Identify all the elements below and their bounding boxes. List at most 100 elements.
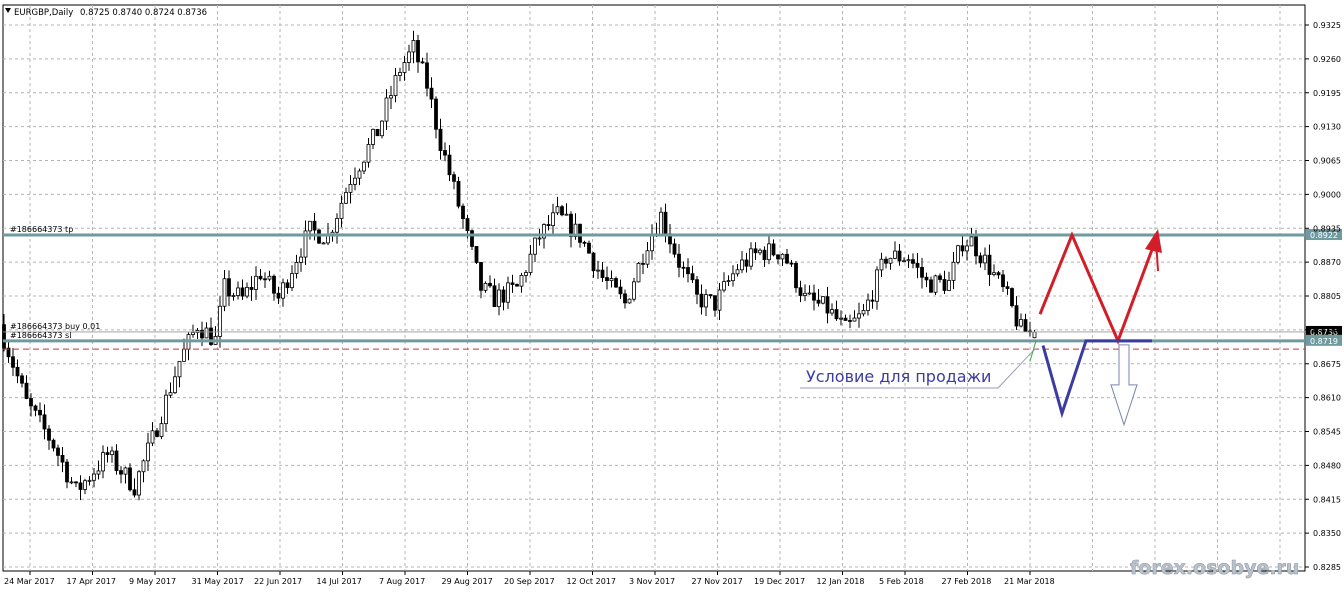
candle-body — [852, 317, 857, 322]
candle-body — [182, 348, 186, 362]
candle-body — [357, 170, 362, 179]
candle-body — [569, 213, 573, 237]
candle-body — [236, 287, 240, 296]
x-tick-label: 3 Nov 2017 — [629, 577, 675, 586]
candle-body — [123, 467, 128, 475]
x-tick-label: 19 Dec 2017 — [754, 577, 805, 586]
candle-body — [308, 220, 312, 232]
candle-body — [29, 398, 33, 407]
candle-body — [1023, 319, 1028, 332]
candle-body — [906, 259, 911, 262]
candle-body — [173, 376, 177, 394]
candle-body — [807, 292, 812, 295]
candle-body — [168, 392, 173, 396]
candle-body — [978, 255, 983, 264]
candle-body — [434, 98, 438, 130]
candle-body — [74, 481, 78, 484]
candle-body — [722, 281, 726, 291]
candle-body — [690, 273, 695, 281]
chart-header: EURGBP,Daily 0.8725 0.8740 0.8724 0.8736 — [14, 8, 207, 18]
candle-body — [155, 430, 159, 437]
candle-body — [681, 266, 686, 269]
candle-body — [69, 481, 74, 484]
candle-body — [51, 439, 56, 449]
candle-body — [546, 224, 551, 227]
candle-body — [789, 262, 794, 265]
ohlc-label: 0.8725 0.8740 0.8724 0.8736 — [80, 8, 207, 18]
candle-body — [713, 295, 717, 311]
candle-body — [101, 452, 105, 472]
y-tick-label: 0.9000 — [1313, 190, 1341, 199]
candle-body — [479, 262, 483, 291]
y-tick-label: 0.8545 — [1313, 428, 1341, 437]
candle-body — [384, 97, 389, 122]
price-chart[interactable]: #186664373 tp0.8922#186664373 buy 0.010.… — [0, 0, 1344, 593]
candle-body — [344, 191, 348, 204]
candle-body — [749, 248, 753, 267]
candle-body — [938, 275, 942, 280]
candle-body — [996, 272, 1001, 276]
candle-body — [965, 245, 969, 252]
candle-body — [227, 278, 231, 297]
candle-body — [47, 428, 51, 441]
candle-body — [1005, 286, 1010, 289]
candle-body — [776, 254, 780, 260]
candle-body — [987, 254, 992, 275]
candle-body — [942, 279, 947, 291]
candle-body — [132, 489, 137, 496]
candle-body — [20, 375, 24, 384]
candle-body — [1014, 305, 1019, 327]
candle-body — [11, 356, 15, 368]
candle-body — [870, 299, 875, 302]
candle-body — [551, 212, 555, 227]
sell-condition-annotation: Условие для продажи — [806, 367, 991, 386]
candle-body — [222, 278, 227, 307]
candle-body — [659, 211, 663, 235]
y-tick-label: 0.8285 — [1313, 563, 1341, 572]
candle-body — [960, 245, 965, 252]
hollow-down-arrow-icon — [1110, 344, 1138, 427]
candle-body — [497, 289, 501, 307]
candle-body — [294, 262, 299, 274]
candle-body — [159, 423, 164, 437]
candle-body — [398, 72, 402, 76]
candle-body — [735, 269, 740, 275]
candle-body — [672, 243, 677, 255]
x-tick-label: 12 Jan 2018 — [817, 577, 865, 586]
candle-body — [137, 471, 141, 496]
candle-body — [708, 294, 713, 297]
candle-body — [164, 394, 168, 425]
price-tag-label: 0.8719 — [1310, 337, 1338, 346]
y-tick-label: 0.8675 — [1313, 360, 1341, 369]
candle-body — [119, 470, 123, 475]
y-tick-label: 0.8870 — [1313, 258, 1341, 267]
candle-body — [263, 278, 267, 281]
candle-body — [488, 282, 492, 287]
candle-body — [866, 299, 870, 311]
candle-body — [272, 275, 276, 294]
candle-body — [528, 253, 533, 273]
candle-body — [537, 237, 542, 240]
y-tick-label: 0.8805 — [1313, 292, 1341, 301]
candle-body — [83, 480, 87, 490]
y-tick-label: 0.8480 — [1313, 461, 1341, 470]
x-tick-label: 20 Sep 2017 — [504, 577, 555, 586]
candle-body — [645, 250, 650, 265]
candle-body — [812, 292, 816, 301]
y-tick-label: 0.9195 — [1313, 89, 1341, 98]
menu-triangle-icon[interactable] — [5, 8, 11, 13]
candle-body — [902, 260, 906, 263]
candle-body — [33, 405, 38, 411]
x-tick-label: 14 Jul 2017 — [317, 577, 362, 586]
candle-body — [857, 313, 861, 319]
candle-body — [425, 62, 429, 89]
x-tick-label: 21 Mar 2018 — [1004, 577, 1055, 586]
candle-body — [825, 296, 830, 314]
axes: 0.9325 0.9260 0.9195 0.9130 0.9065 0.9000 0.89… — [4, 21, 1341, 586]
candle-body — [798, 287, 803, 296]
candle-body — [596, 269, 600, 272]
candle-body — [321, 242, 326, 245]
candle-body — [780, 253, 785, 260]
x-tick-label: 9 May 2017 — [129, 577, 176, 586]
candle-body — [911, 259, 915, 264]
